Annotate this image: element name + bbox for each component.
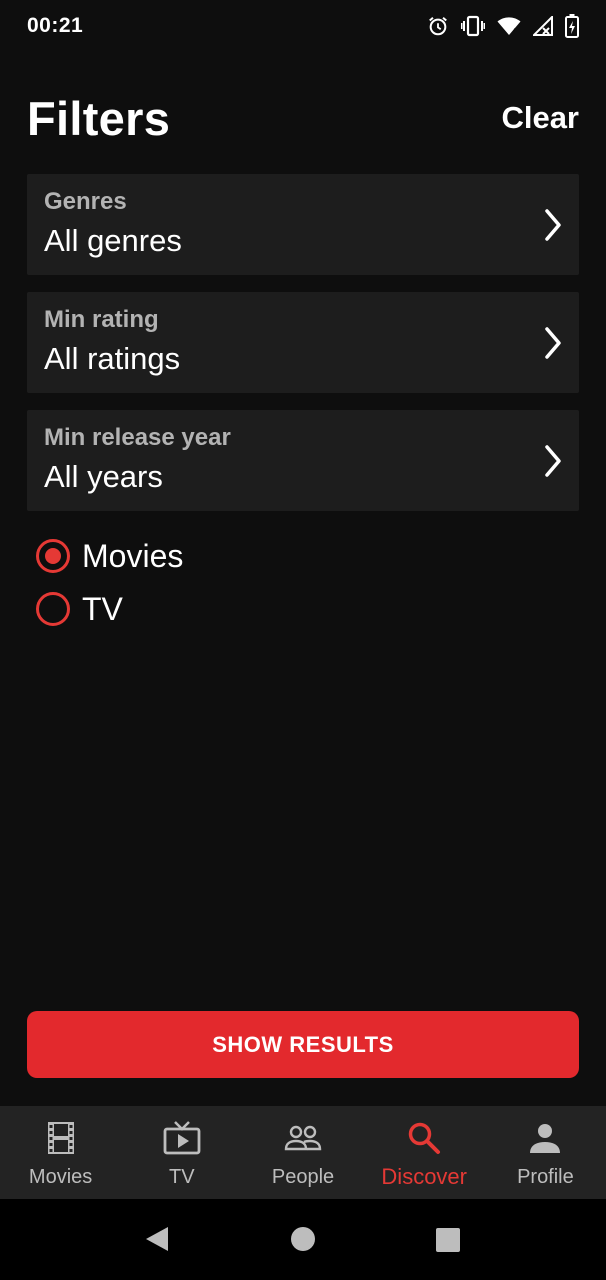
radio-unchecked-icon[interactable] <box>36 592 70 626</box>
status-icons: 4 <box>427 14 579 38</box>
svg-text:4: 4 <box>512 27 518 36</box>
bottom-tab-bar: Movies TV People Discover Profile <box>0 1106 606 1199</box>
filter-label: Min release year <box>44 423 231 451</box>
radio-checked-icon[interactable] <box>36 539 70 573</box>
chevron-right-icon <box>545 208 561 241</box>
chevron-right-icon <box>545 326 561 359</box>
people-icon <box>284 1120 322 1156</box>
system-nav-bar <box>0 1199 606 1280</box>
radio-movies[interactable]: Movies <box>36 536 183 576</box>
page-title: Filters <box>27 91 171 145</box>
filters-screen: 00:21 4 Filters Clear Genres All genres … <box>0 0 606 1280</box>
status-time: 00:21 <box>27 14 84 37</box>
chevron-right-icon <box>545 444 561 477</box>
clear-button[interactable]: Clear <box>501 100 579 136</box>
filter-label: Genres <box>44 187 127 215</box>
tab-discover[interactable]: Discover <box>364 1106 485 1199</box>
status-bar: 00:21 4 <box>0 0 606 52</box>
filter-label: Min rating <box>44 305 159 333</box>
radio-label: TV <box>82 590 123 627</box>
genres-filter[interactable]: Genres All genres <box>27 174 579 275</box>
wifi-icon: 4 <box>497 16 521 36</box>
recents-icon[interactable] <box>435 1227 461 1253</box>
vibrate-icon <box>461 15 485 37</box>
min-rating-filter[interactable]: Min rating All ratings <box>27 292 579 393</box>
radio-tv[interactable]: TV <box>36 589 123 629</box>
filter-value: All genres <box>44 222 182 258</box>
tab-label: Movies <box>28 1166 93 1188</box>
back-icon[interactable] <box>144 1225 170 1253</box>
tab-label: Discover <box>381 1164 467 1189</box>
filter-value: All years <box>44 458 163 494</box>
show-results-button[interactable]: SHOW RESULTS <box>27 1011 579 1078</box>
alarm-icon <box>427 15 449 37</box>
tab-profile[interactable]: Profile <box>485 1106 606 1199</box>
tab-people[interactable]: People <box>242 1106 363 1199</box>
tab-label: Profile <box>517 1166 574 1188</box>
signal-icon <box>533 16 553 36</box>
tab-label: People <box>271 1166 335 1188</box>
tab-movies[interactable]: Movies <box>0 1106 121 1199</box>
home-icon[interactable] <box>290 1226 316 1252</box>
radio-label: Movies <box>82 537 184 574</box>
header: Filters Clear <box>27 88 579 148</box>
search-icon <box>407 1120 441 1156</box>
tab-tv[interactable]: TV <box>121 1106 242 1199</box>
min-release-year-filter[interactable]: Min release year All years <box>27 410 579 511</box>
filter-value: All ratings <box>44 340 181 376</box>
tv-icon <box>163 1120 201 1156</box>
film-icon <box>47 1120 75 1156</box>
person-icon <box>529 1120 561 1156</box>
battery-icon <box>565 14 579 38</box>
tab-label: TV <box>169 1166 195 1188</box>
